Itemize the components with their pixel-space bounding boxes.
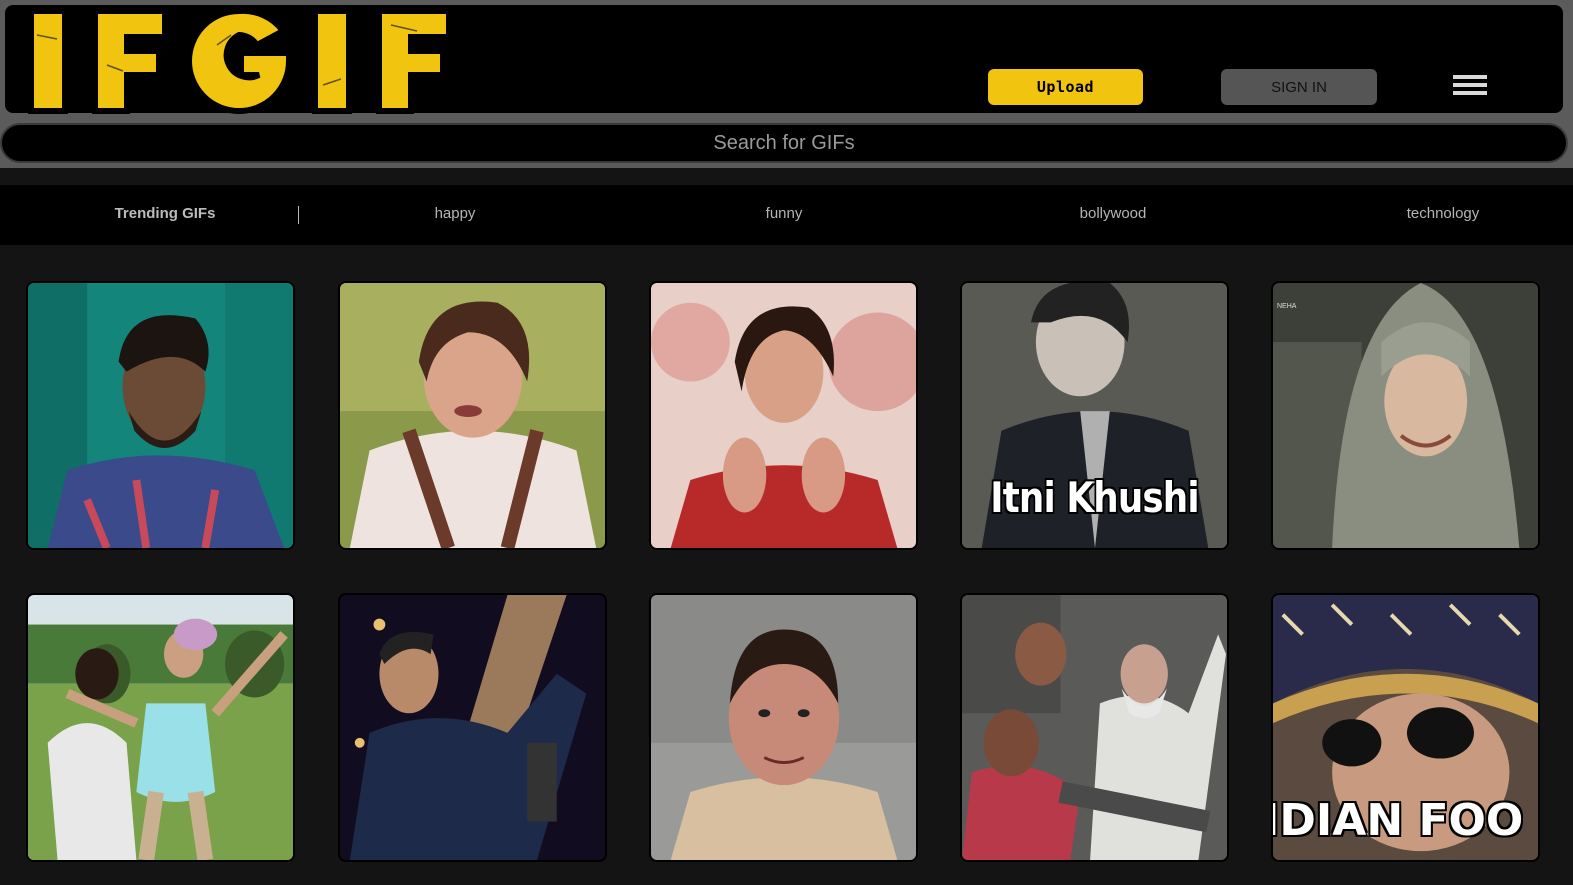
tab-trending-gifs[interactable]: Trending GIFs bbox=[115, 205, 216, 222]
gif-thumbnail-image bbox=[1273, 283, 1538, 548]
tab-happy[interactable]: happy bbox=[435, 205, 476, 222]
category-bar: Trending GIFs happy funny bollywood tech… bbox=[0, 185, 1573, 245]
gif-tile[interactable]: IDIAN FOO bbox=[1271, 593, 1540, 862]
gif-thumbnail-image bbox=[340, 595, 605, 860]
gif-thumbnail-image bbox=[962, 595, 1227, 860]
gif-thumbnail-image bbox=[651, 595, 916, 860]
gif-tile[interactable] bbox=[649, 593, 918, 862]
tab-bollywood[interactable]: bollywood bbox=[1080, 205, 1147, 222]
gif-thumbnail-image bbox=[651, 283, 916, 548]
category-divider bbox=[298, 206, 299, 224]
top-header: Upload SIGN IN bbox=[5, 5, 1563, 114]
gif-tile[interactable] bbox=[649, 281, 918, 550]
gif-tile[interactable]: NEHA bbox=[1271, 281, 1540, 550]
tab-technology[interactable]: technology bbox=[1407, 205, 1480, 222]
ifgif-logo[interactable] bbox=[27, 5, 467, 117]
hamburger-menu-icon[interactable] bbox=[1453, 75, 1487, 99]
sign-in-button[interactable]: SIGN IN bbox=[1221, 69, 1377, 105]
gif-caption: IDIAN FOO bbox=[1271, 795, 1524, 846]
gif-tile[interactable] bbox=[338, 593, 607, 862]
gif-tile[interactable] bbox=[26, 593, 295, 862]
gif-tile[interactable] bbox=[960, 593, 1229, 862]
gif-thumbnail-image bbox=[28, 595, 293, 860]
upload-button[interactable]: Upload bbox=[988, 69, 1143, 105]
gif-tile[interactable]: Itni Khushi bbox=[960, 281, 1229, 550]
search-input[interactable] bbox=[0, 123, 1568, 163]
gif-tile[interactable] bbox=[26, 281, 295, 550]
gif-thumbnail-image bbox=[340, 283, 605, 548]
gif-watermark: NEHA bbox=[1277, 303, 1297, 310]
gif-caption: Itni Khushi bbox=[990, 473, 1199, 522]
gif-tile[interactable] bbox=[338, 281, 607, 550]
gif-thumbnail-image bbox=[28, 283, 293, 548]
tab-funny[interactable]: funny bbox=[766, 205, 803, 222]
